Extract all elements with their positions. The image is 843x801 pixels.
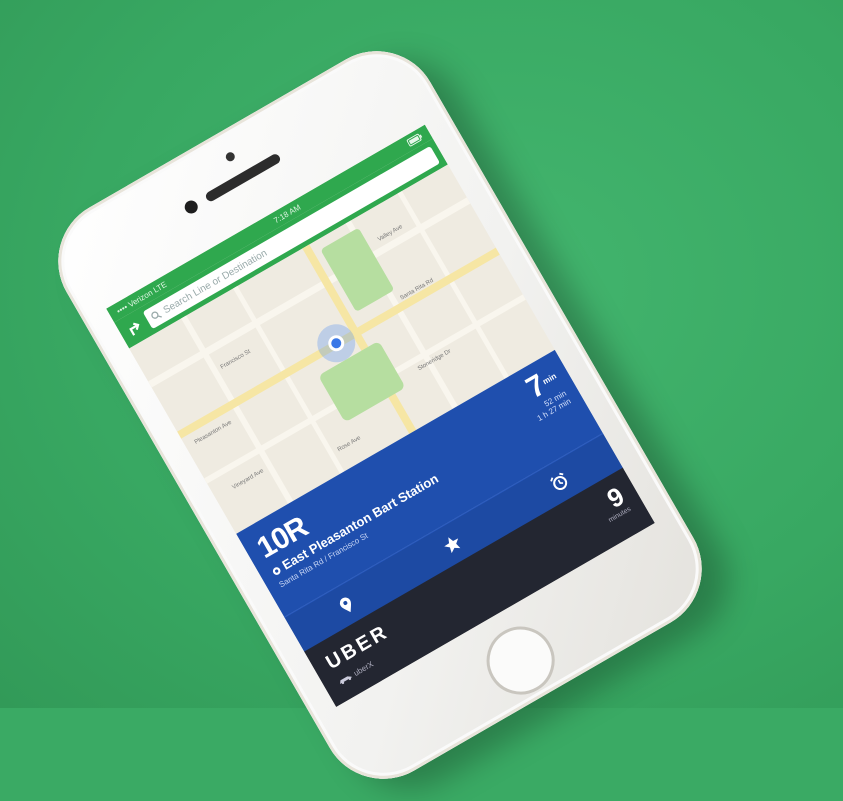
map-road <box>181 315 294 504</box>
map-road <box>397 191 509 379</box>
earpiece-speaker <box>204 152 282 204</box>
search-icon <box>149 308 163 323</box>
street-label: Rose Ave <box>336 435 362 454</box>
eta-unit: min <box>541 371 558 387</box>
front-camera <box>182 198 201 216</box>
proximity-sensor <box>224 150 237 163</box>
street-label: Francisco St <box>219 348 252 371</box>
star-icon[interactable] <box>440 532 465 557</box>
turn-arrow-icon[interactable] <box>122 316 147 341</box>
uber-eta: 9 minutes <box>593 481 633 524</box>
transit-eta: 7min 52 min 1 h 27 min <box>516 363 573 423</box>
map-pin-icon[interactable] <box>336 594 357 617</box>
street-label: Vineyard Ave <box>231 468 265 491</box>
alarm-clock-icon[interactable] <box>547 470 572 495</box>
